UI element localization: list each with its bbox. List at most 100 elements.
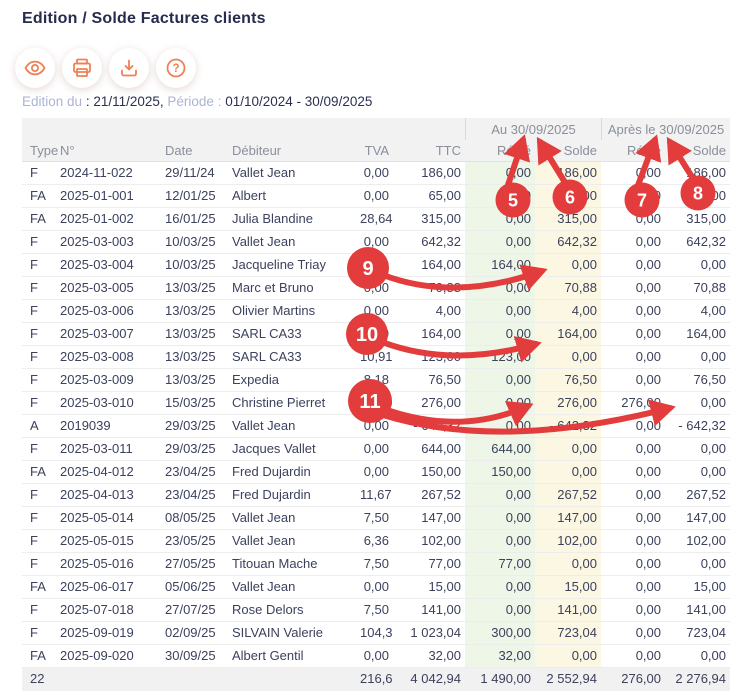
table-row: FA2025-06-01705/06/25Vallet Jean0,0015,0…: [22, 576, 730, 599]
row-cell: 4,00: [393, 300, 465, 322]
table-row: FA2025-04-01223/04/25Fred Dujardin0,0015…: [22, 461, 730, 484]
row-cell: 315,00: [535, 208, 601, 230]
row-cell: 2025-04-013: [60, 484, 165, 506]
column-header-cell: TVA: [360, 140, 393, 161]
row-cell: 0,00: [601, 599, 665, 621]
row-cell: 0,00: [465, 530, 535, 552]
row-cell: F: [22, 622, 60, 644]
totals-cell: 2 276,94: [665, 668, 730, 691]
row-cell: 70,88: [393, 277, 465, 299]
row-cell: 0,00: [360, 185, 393, 207]
download-button[interactable]: [109, 48, 149, 88]
row-cell: 0,00: [360, 323, 393, 345]
row-cell: 723,04: [535, 622, 601, 644]
row-cell: 30/09/25: [165, 645, 232, 667]
row-cell: 32,00: [393, 645, 465, 667]
row-cell: 32,00: [465, 645, 535, 667]
row-cell: 644,00: [465, 438, 535, 460]
row-cell: 164,00: [535, 323, 601, 345]
row-cell: 186,00: [535, 162, 601, 184]
row-cell: 0,00: [601, 185, 665, 207]
row-cell: 13/03/25: [165, 369, 232, 391]
invoice-table: Au 30/09/2025 Après le 30/09/2025 TypeN°…: [22, 118, 730, 691]
row-cell: 24,00: [360, 392, 393, 414]
row-cell: 23/04/25: [165, 461, 232, 483]
row-cell: 0,00: [360, 461, 393, 483]
table-body: F2024-11-02229/11/24Vallet Jean0,00186,0…: [22, 162, 730, 668]
row-cell: 0,00: [465, 208, 535, 230]
table-row: F2025-05-01408/05/25Vallet Jean7,50147,0…: [22, 507, 730, 530]
row-cell: 147,00: [393, 507, 465, 529]
row-cell: 2025-03-007: [60, 323, 165, 345]
table-row: F2024-11-02229/11/24Vallet Jean0,00186,0…: [22, 162, 730, 185]
row-cell: 102,00: [535, 530, 601, 552]
column-header-cell: Type: [22, 140, 60, 161]
row-cell: 0,00: [535, 461, 601, 483]
totals-cell: 1 490,00: [465, 668, 535, 691]
totals-cell: 4 042,94: [393, 668, 465, 691]
row-cell: 2025-05-015: [60, 530, 165, 552]
row-cell: 27/05/25: [165, 553, 232, 575]
row-cell: 0,00: [465, 484, 535, 506]
row-cell: 76,50: [393, 369, 465, 391]
row-cell: 0,00: [360, 645, 393, 667]
row-cell: 0,00: [601, 530, 665, 552]
table-row: F2025-05-01627/05/25Titouan Mache7,5077,…: [22, 553, 730, 576]
row-cell: Marc et Bruno: [232, 277, 360, 299]
preview-button[interactable]: [15, 48, 55, 88]
row-cell: 0,00: [465, 369, 535, 391]
row-cell: 7,50: [360, 507, 393, 529]
download-icon: [117, 56, 141, 80]
row-cell: Expedia: [232, 369, 360, 391]
row-cell: 2025-05-014: [60, 507, 165, 529]
table-row: F2025-03-00513/03/25Marc et Bruno0,0070,…: [22, 277, 730, 300]
row-cell: 644,00: [393, 438, 465, 460]
totals-cell: [165, 668, 232, 691]
column-header-cell: Débiteur: [232, 140, 360, 161]
row-cell: 0,00: [465, 300, 535, 322]
row-cell: 2025-03-008: [60, 346, 165, 368]
row-cell: Albert Gentil: [232, 645, 360, 667]
row-cell: F: [22, 346, 60, 368]
totals-cell: 2 552,94: [535, 668, 601, 691]
eye-icon: [23, 56, 47, 80]
row-cell: 27/07/25: [165, 599, 232, 621]
print-button[interactable]: [62, 48, 102, 88]
row-cell: 0,00: [601, 231, 665, 253]
table-row: F2025-09-01902/09/25SILVAIN Valerie104,3…: [22, 622, 730, 645]
row-cell: 8,18: [360, 369, 393, 391]
row-cell: 2025-03-003: [60, 231, 165, 253]
row-cell: F: [22, 530, 60, 552]
row-cell: 141,00: [393, 599, 465, 621]
table-row: FA2025-01-00216/01/25Julia Blandine28,64…: [22, 208, 730, 231]
row-cell: 150,00: [393, 461, 465, 483]
row-cell: Vallet Jean: [232, 415, 360, 437]
row-cell: 0,00: [601, 622, 665, 644]
row-cell: 15,00: [393, 576, 465, 598]
group-header-au: Au 30/09/2025: [465, 118, 601, 140]
row-cell: A: [22, 415, 60, 437]
row-cell: 0,00: [360, 300, 393, 322]
row-cell: 2025-03-004: [60, 254, 165, 276]
row-cell: 70,88: [535, 277, 601, 299]
help-button[interactable]: ?: [156, 48, 196, 88]
row-cell: 28,64: [360, 208, 393, 230]
toolbar: ?: [15, 48, 196, 88]
row-cell: Julia Blandine: [232, 208, 360, 230]
row-cell: 267,52: [393, 484, 465, 506]
row-cell: 0,00: [360, 254, 393, 276]
row-cell: FA: [22, 461, 60, 483]
row-cell: 0,00: [465, 162, 535, 184]
row-cell: 0,00: [465, 415, 535, 437]
page-title: Edition / Solde Factures clients: [22, 10, 266, 28]
row-cell: 0,00: [601, 254, 665, 276]
row-cell: F: [22, 254, 60, 276]
table-row: F2025-03-01129/03/25Jacques Vallet0,0064…: [22, 438, 730, 461]
row-cell: 276,00: [601, 392, 665, 414]
row-cell: 2024-11-022: [60, 162, 165, 184]
row-cell: 2025-01-001: [60, 185, 165, 207]
row-cell: F: [22, 553, 60, 575]
group-header-spacer: [22, 118, 465, 140]
row-cell: FA: [22, 185, 60, 207]
row-cell: 76,50: [535, 369, 601, 391]
